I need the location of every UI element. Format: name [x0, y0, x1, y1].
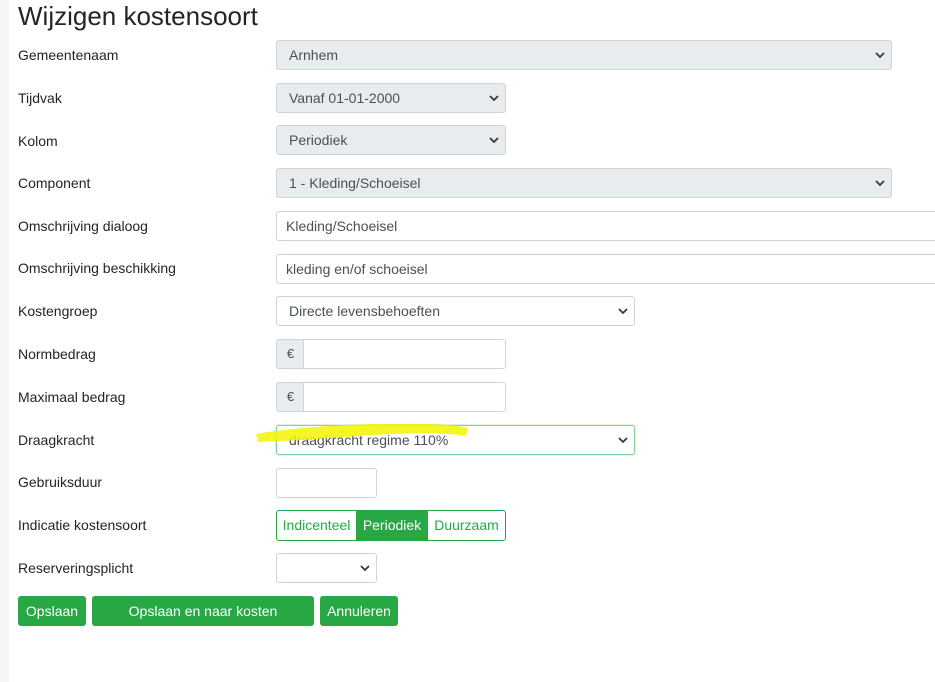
gemeentenaam-label: Gemeentenaam [18, 47, 119, 63]
kostengroep-value: Directe levensbehoeften [289, 303, 440, 319]
chevron-down-icon [618, 308, 628, 315]
euro-prefix: € [276, 339, 304, 369]
gemeentenaam-select[interactable]: Arnhem [276, 40, 892, 70]
tijdvak-select[interactable]: Vanaf 01-01-2000 [276, 83, 506, 113]
chevron-down-icon [618, 437, 628, 444]
component-select[interactable]: 1 - Kleding/Schoeisel [276, 168, 892, 198]
highlighter-mark [256, 423, 468, 442]
chevron-down-icon [875, 52, 885, 59]
kostengroep-label: Kostengroep [18, 303, 98, 319]
maximaal-bedrag-input[interactable] [303, 382, 506, 412]
reserveringsplicht-select[interactable] [276, 553, 377, 583]
indicatie-option-duurzaam[interactable]: Duurzaam [428, 510, 506, 541]
normbedrag-label: Normbedrag [18, 346, 96, 362]
chevron-down-icon [875, 180, 885, 187]
draagkracht-label: Draagkracht [18, 432, 95, 448]
indicatie-kostensoort-label: Indicatie kostensoort [18, 517, 147, 533]
component-value: 1 - Kleding/Schoeisel [289, 175, 421, 191]
save-and-go-button[interactable]: Opslaan en naar kosten onderdelen [92, 596, 314, 649]
omschrijving-dialoog-label: Omschrijving dialoog [18, 218, 148, 234]
chevron-down-icon [489, 95, 499, 102]
gebruiksduur-label: Gebruiksduur [18, 474, 103, 490]
page-title: Wijzigen kostensoort [18, 1, 258, 31]
chevron-down-icon [360, 565, 370, 572]
kolom-value: Periodiek [289, 132, 348, 148]
left-edge [0, 0, 9, 682]
indicatie-option-indicenteel[interactable]: Indicenteel [276, 510, 357, 541]
kostengroep-select[interactable]: Directe levensbehoeften [276, 296, 635, 326]
euro-prefix: € [276, 382, 304, 412]
indicatie-option-periodiek[interactable]: Periodiek [357, 510, 428, 541]
omschrijving-beschikking-label: Omschrijving beschikking [18, 260, 176, 276]
tijdvak-label: Tijdvak [18, 90, 62, 106]
omschrijving-beschikking-input[interactable]: kleding en/of schoeisel [276, 254, 935, 284]
component-label: Component [18, 175, 91, 191]
maximaal-bedrag-label: Maximaal bedrag [18, 389, 126, 405]
cancel-button[interactable]: Annuleren [320, 596, 398, 626]
gemeentenaam-value: Arnhem [289, 47, 339, 63]
indicatie-kostensoort-toggle: Indicenteel Periodiek Duurzaam [276, 510, 506, 541]
chevron-down-icon [489, 137, 499, 144]
kolom-select[interactable]: Periodiek [276, 125, 506, 155]
save-button[interactable]: Opslaan [18, 596, 86, 626]
gebruiksduur-input[interactable] [276, 468, 377, 498]
kolom-label: Kolom [18, 133, 58, 149]
normbedrag-input[interactable] [303, 339, 506, 369]
tijdvak-value: Vanaf 01-01-2000 [289, 90, 401, 106]
omschrijving-dialoog-input[interactable]: Kleding/Schoeisel [276, 211, 935, 241]
reserveringsplicht-label: Reserveringsplicht [18, 560, 134, 576]
